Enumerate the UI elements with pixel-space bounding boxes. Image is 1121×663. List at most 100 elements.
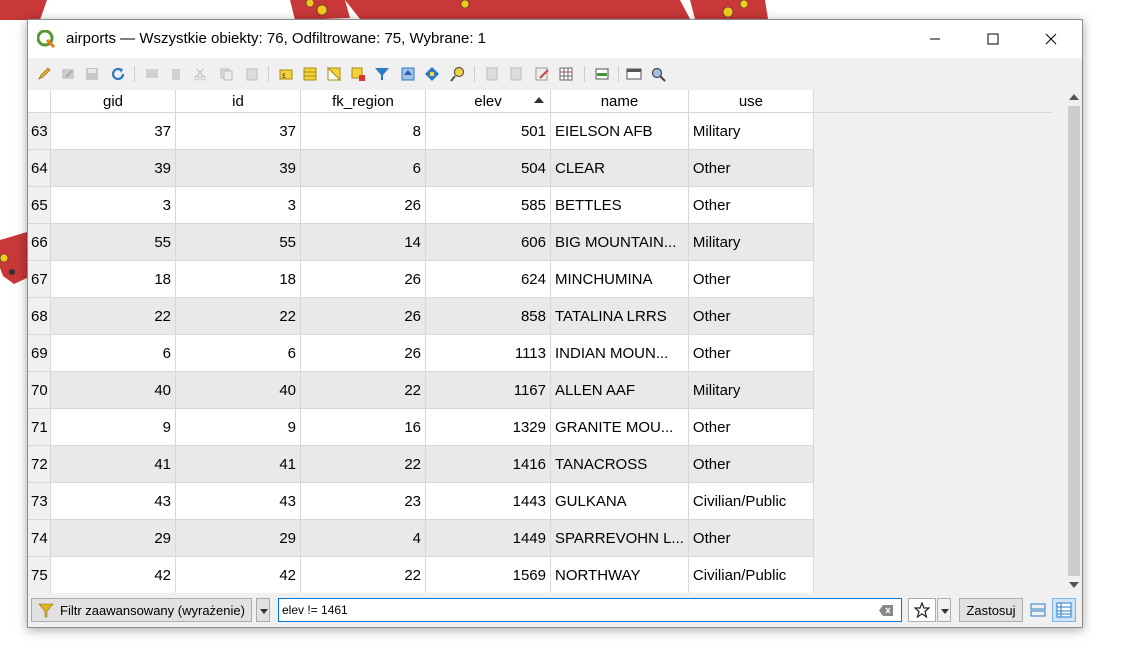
paste-icon[interactable] xyxy=(244,66,260,82)
cell-id[interactable]: 55 xyxy=(175,223,301,261)
vertical-scrollbar[interactable] xyxy=(1066,90,1082,593)
table-row[interactable]: 67 18 18 26 624 MINCHUMINA Other xyxy=(28,260,1052,298)
column-header-gid[interactable]: gid xyxy=(50,90,176,113)
cell-fk-region[interactable]: 26 xyxy=(300,334,426,372)
reload-icon[interactable] xyxy=(110,66,126,82)
row-number[interactable]: 66 xyxy=(28,223,51,261)
table-view-button[interactable] xyxy=(1052,598,1076,622)
copy-icon[interactable] xyxy=(218,66,234,82)
cell-elev[interactable]: 624 xyxy=(425,260,551,298)
cell-name[interactable]: BETTLES xyxy=(550,186,689,224)
cell-id[interactable]: 22 xyxy=(175,297,301,335)
cell-fk-region[interactable]: 26 xyxy=(300,260,426,298)
cell-elev[interactable]: 606 xyxy=(425,223,551,261)
cell-elev[interactable]: 501 xyxy=(425,112,551,150)
cell-id[interactable]: 40 xyxy=(175,371,301,409)
cell-fk-region[interactable]: 6 xyxy=(300,149,426,187)
cell-id[interactable]: 29 xyxy=(175,519,301,557)
table-row[interactable]: 63 37 37 8 501 EIELSON AFB Military xyxy=(28,112,1052,150)
cell-gid[interactable]: 39 xyxy=(50,149,176,187)
cell-name[interactable]: TANACROSS xyxy=(550,445,689,483)
zoom-to-selection-icon[interactable] xyxy=(450,66,466,82)
row-number[interactable]: 70 xyxy=(28,371,51,409)
cell-id[interactable]: 39 xyxy=(175,149,301,187)
cell-gid[interactable]: 42 xyxy=(50,556,176,593)
delete-field-icon[interactable] xyxy=(508,66,524,82)
cell-fk-region[interactable]: 4 xyxy=(300,519,426,557)
table-row[interactable]: 66 55 55 14 606 BIG MOUNTAIN... Military xyxy=(28,223,1052,261)
cell-gid[interactable]: 3 xyxy=(50,186,176,224)
cell-fk-region[interactable]: 23 xyxy=(300,482,426,520)
cell-fk-region[interactable]: 22 xyxy=(300,556,426,593)
filter-mode-button[interactable]: Filtr zaawansowany (wyrażenie) xyxy=(31,598,252,622)
cell-use[interactable]: Civilian/Public xyxy=(688,482,814,520)
favorite-expression-button[interactable] xyxy=(908,598,936,622)
pencil-icon[interactable] xyxy=(36,66,52,82)
new-field-icon[interactable] xyxy=(484,66,500,82)
cell-elev[interactable]: 1443 xyxy=(425,482,551,520)
attribute-table[interactable]: gid id fk_region elev name use 63 37 37 8 50… xyxy=(28,90,1066,593)
row-number[interactable]: 75 xyxy=(28,556,51,593)
cell-use[interactable]: Other xyxy=(688,186,814,224)
cell-gid[interactable]: 40 xyxy=(50,371,176,409)
cell-name[interactable]: SPARREVOHN L... xyxy=(550,519,689,557)
cell-id[interactable]: 42 xyxy=(175,556,301,593)
cell-use[interactable]: Other xyxy=(688,408,814,446)
row-number[interactable]: 67 xyxy=(28,260,51,298)
filter-selected-icon[interactable] xyxy=(374,66,390,82)
cell-gid[interactable]: 22 xyxy=(50,297,176,335)
add-feature-icon[interactable] xyxy=(144,66,160,82)
cell-name[interactable]: NORTHWAY xyxy=(550,556,689,593)
row-number[interactable]: 63 xyxy=(28,112,51,150)
delete-feature-icon[interactable] xyxy=(168,66,184,82)
cell-use[interactable]: Military xyxy=(688,371,814,409)
move-selection-top-icon[interactable] xyxy=(400,66,416,82)
table-row[interactable]: 64 39 39 6 504 CLEAR Other xyxy=(28,149,1052,187)
row-number[interactable]: 71 xyxy=(28,408,51,446)
cut-icon[interactable] xyxy=(192,66,208,82)
cell-gid[interactable]: 9 xyxy=(50,408,176,446)
cell-use[interactable]: Civilian/Public xyxy=(688,556,814,593)
cell-elev[interactable]: 1329 xyxy=(425,408,551,446)
cell-use[interactable]: Other xyxy=(688,297,814,335)
row-number[interactable]: 64 xyxy=(28,149,51,187)
cell-name[interactable]: ALLEN AAF xyxy=(550,371,689,409)
actions-icon[interactable] xyxy=(650,66,666,82)
cell-gid[interactable]: 43 xyxy=(50,482,176,520)
cell-gid[interactable]: 18 xyxy=(50,260,176,298)
cell-id[interactable]: 41 xyxy=(175,445,301,483)
cell-use[interactable]: Other xyxy=(688,445,814,483)
scroll-up-icon[interactable] xyxy=(1069,94,1079,100)
select-expression-icon[interactable]: ε xyxy=(278,66,294,82)
cell-elev[interactable]: 1416 xyxy=(425,445,551,483)
table-row[interactable]: 72 41 41 22 1416 TANACROSS Other xyxy=(28,445,1052,483)
scrollbar-thumb[interactable] xyxy=(1068,106,1080,576)
minimize-button[interactable] xyxy=(906,20,964,58)
pan-to-selection-icon[interactable] xyxy=(424,66,440,82)
cell-gid[interactable]: 55 xyxy=(50,223,176,261)
favorite-dropdown[interactable] xyxy=(937,598,951,622)
multi-edit-icon[interactable] xyxy=(60,66,76,82)
scroll-down-icon[interactable] xyxy=(1069,582,1079,588)
cell-elev[interactable]: 858 xyxy=(425,297,551,335)
apply-button[interactable]: Zastosuj xyxy=(959,598,1023,622)
cell-elev[interactable]: 1113 xyxy=(425,334,551,372)
column-header-fk-region[interactable]: fk_region xyxy=(300,90,426,113)
cell-gid[interactable]: 41 xyxy=(50,445,176,483)
row-number[interactable]: 72 xyxy=(28,445,51,483)
cell-id[interactable]: 6 xyxy=(175,334,301,372)
column-header-elev[interactable]: elev xyxy=(425,90,551,113)
row-number[interactable]: 68 xyxy=(28,297,51,335)
cell-id[interactable]: 43 xyxy=(175,482,301,520)
cell-fk-region[interactable]: 8 xyxy=(300,112,426,150)
invert-selection-icon[interactable] xyxy=(326,66,342,82)
row-number[interactable]: 74 xyxy=(28,519,51,557)
table-row[interactable]: 74 29 29 4 1449 SPARREVOHN L... Other xyxy=(28,519,1052,557)
cell-id[interactable]: 18 xyxy=(175,260,301,298)
edit-field-icon[interactable] xyxy=(534,66,550,82)
cell-elev[interactable]: 504 xyxy=(425,149,551,187)
cell-name[interactable]: MINCHUMINA xyxy=(550,260,689,298)
table-row[interactable]: 70 40 40 22 1167 ALLEN AAF Military xyxy=(28,371,1052,409)
conditional-formatting-icon[interactable] xyxy=(594,66,610,82)
cell-id[interactable]: 3 xyxy=(175,186,301,224)
